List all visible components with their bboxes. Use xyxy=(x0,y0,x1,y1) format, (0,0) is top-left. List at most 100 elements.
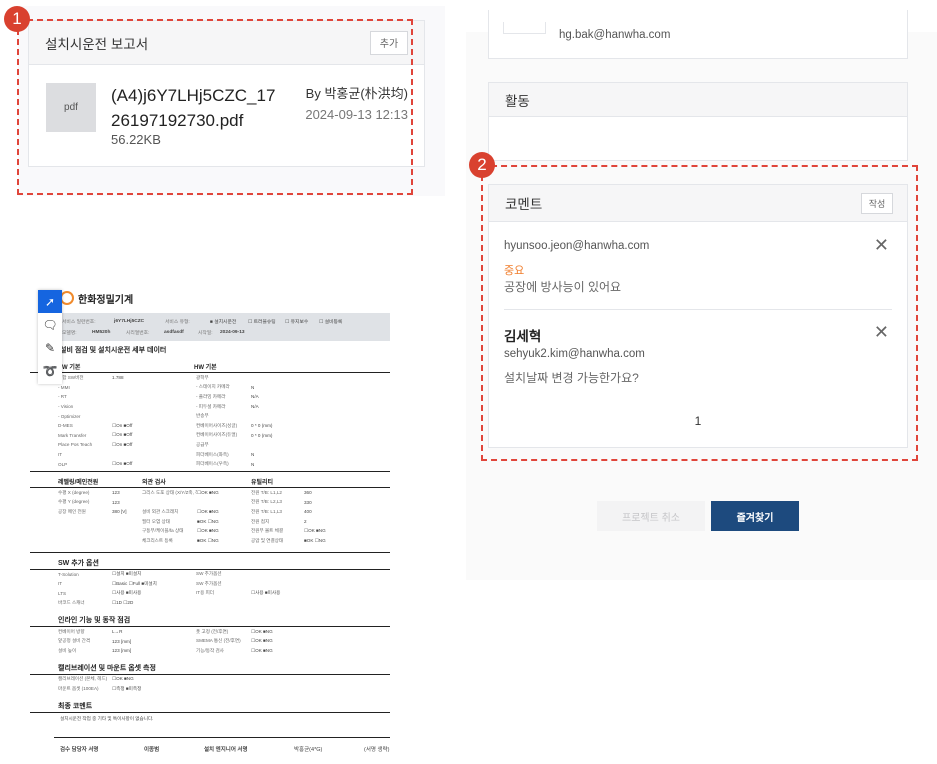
doc-label: Place Pos Teach xyxy=(58,442,93,448)
report-title: 설치시운전 보고서 xyxy=(45,36,149,52)
report-panel: 설치시운전 보고서 추가 pdf (A4)j6Y7LHj5CZC_17 2619… xyxy=(18,6,445,196)
doc-label: - Optimizer xyxy=(58,413,81,419)
comments-title: 코멘트 xyxy=(505,197,543,212)
doc-row: - Vision - 피두셜 카메라 N/A xyxy=(30,402,390,412)
doc-row: IT ☐Basic ☐Full ■미설치 SW 추가옵션 xyxy=(30,579,390,589)
doc-label: 통합 SW버전 xyxy=(58,374,84,380)
doc-row: 통합 SW버전 1.788 광학부 xyxy=(30,373,390,383)
info-value: asdfasdf xyxy=(164,330,184,335)
doc-label: - RT xyxy=(58,394,67,400)
signature-row: 검수 담당자 서명 이종범 설치 엔지니어 서명 박홍균(4*G) (서명 생략… xyxy=(54,736,390,761)
service-info: 서비스 일련번호: j6Y7LHj5CZC 서비스 유형: ■ 설치시운전 ☐ … xyxy=(58,313,390,341)
doc-value: ☐사용 ■미사용 xyxy=(251,590,281,596)
doc-row: T-Solution ☐설치 ■미설치 SW 추가옵션 xyxy=(30,570,390,580)
doc-row: 바코드 스캐너 ☐1D ☐2D xyxy=(30,598,390,608)
doc-label: 전원 T/B: L1,L2 xyxy=(251,489,282,495)
file-author: By 박홍균(朴洪均) xyxy=(305,86,408,101)
contact-email: hg.bak@hanwha.com xyxy=(559,29,671,41)
section-heading: 최종 코멘트 xyxy=(30,696,390,713)
delete-comment-icon[interactable]: ✕ xyxy=(874,235,889,256)
doc-value: 380 [V] xyxy=(112,509,127,515)
doc-label: SMEMA 통신 (전/후면) xyxy=(196,638,241,644)
write-comment-button[interactable]: 작성 xyxy=(861,192,893,214)
doc-label: 반송부 xyxy=(196,413,209,419)
doc-value: ☐OK ■NG xyxy=(251,647,273,653)
doc-value: N xyxy=(251,452,255,458)
marker-1: 1 xyxy=(4,6,30,32)
section-heading: 유틸리티 xyxy=(251,479,274,486)
lasso-tool-icon[interactable]: ➰ xyxy=(38,359,62,382)
pen-tool-icon[interactable]: ✎ xyxy=(38,336,62,359)
doc-value: 0 * 0 (mm) xyxy=(251,432,273,438)
doc-row: OLP ☐On ■Off 피더베이스(우측) N xyxy=(30,459,390,469)
doc-label: SW 추가옵션 xyxy=(196,580,222,586)
doc-row: Place Pos Teach ☐On ■Off 공급부 xyxy=(30,440,390,450)
info-label: 시작일: xyxy=(198,331,213,336)
doc-label: 공압 및 연결상태 xyxy=(251,537,284,543)
doc-row: 수평 Y (degree) 123 전원 T/B: L2,L3 330 xyxy=(30,498,390,508)
doc-value: L→R xyxy=(112,629,123,635)
doc-value: 360 xyxy=(304,490,312,496)
doc-label: - Vision xyxy=(58,404,74,410)
sign-label: 설치 엔지니어 서명 xyxy=(204,747,248,754)
comment-tag: 중요 xyxy=(504,265,525,277)
section-heading: 인라인 기능 및 동작 점검 xyxy=(30,610,390,627)
doc-title: 설비 점검 및 설치시운전 세부 데이터 xyxy=(60,347,167,354)
info-check: ☐ 설비등록 xyxy=(319,320,343,325)
comments-card: 코멘트 작성 hyunsoo.jeon@hanwha.com ✕ 중요 공장에 … xyxy=(488,184,908,448)
file-name-line1[interactable]: (A4)j6Y7LHj5CZC_17 xyxy=(111,83,275,108)
file-link[interactable]: (A4)j6Y7LHj5CZC_17 26197192730.pdf xyxy=(111,83,275,133)
info-value: 2024-09-13 xyxy=(220,330,245,335)
doc-label: 필터 오염 상태 xyxy=(142,518,170,524)
doc-label: 컨베이어사이즈(듀얼) xyxy=(196,432,238,438)
doc-label: 수평 X (degree) xyxy=(58,489,90,495)
add-button[interactable]: 추가 xyxy=(370,30,408,55)
doc-label: 그리스 도포 상태 (X/Y/Z축, 헤드) xyxy=(142,489,197,495)
doc-row: Mark Transfer ☐On ■Off 컨베이어사이즈(듀얼) 0 * 0 (m… xyxy=(30,431,390,441)
pagination-page-1[interactable]: 1 xyxy=(489,414,907,428)
doc-label: - 피두셜 카메라 xyxy=(196,403,226,409)
section-heading: SW 기본 xyxy=(58,365,81,371)
doc-row: IT 피더베이스(좌측) N xyxy=(30,450,390,460)
pdf-preview: 한화정밀기계 서비스 일련번호: j6Y7LHj5CZC 서비스 유형: ■ 설… xyxy=(30,283,390,753)
doc-row: 앞공정 설비 간격 123 [mm] SMEMA 통신 (전/후면) ☐OK ■NG xyxy=(30,636,390,646)
file-size: 56.22KB xyxy=(111,132,161,147)
cancel-project-button[interactable]: 프로젝트 취소 xyxy=(597,501,705,531)
doc-label: 컨베이어 방향 xyxy=(58,628,85,634)
doc-value: ☐1D ☐2D xyxy=(112,600,134,606)
doc-value: 123 [mm] xyxy=(112,638,132,644)
doc-value: N xyxy=(251,461,255,467)
file-date: 2024-09-13 12:13 xyxy=(305,107,408,122)
doc-label: 캘리브레이션 (본체, 헤드) xyxy=(58,676,108,682)
doc-value: 0 * 0 (mm) xyxy=(251,423,273,429)
comment-item: hyunsoo.jeon@hanwha.com ✕ 중요 공장에 방사능이 있어… xyxy=(489,223,907,310)
info-check: ☐ 유지보수 xyxy=(285,320,309,325)
file-meta: By 박홍균(朴洪均) 2024-09-13 12:13 xyxy=(305,83,408,125)
sign-omitted: (서명 생략) xyxy=(364,747,390,754)
doc-row: D-MES ☐On ■Off 컨베이어사이즈(싱글) 0 * 0 (mm) xyxy=(30,421,390,431)
doc-value: 2 xyxy=(304,519,307,525)
company-name: 한화정밀기계 xyxy=(78,294,134,306)
activity-header: 활동 xyxy=(489,83,907,117)
doc-label: 피더베이스(좌측) xyxy=(196,451,229,457)
doc-value: ☐OK ■NG xyxy=(112,676,134,682)
doc-row: 컨베이어 방향 L→R 풋 고정 (전/후면) ☐OK ■NG xyxy=(30,627,390,637)
favorite-button[interactable]: 즐겨찾기 xyxy=(711,501,799,531)
comment-author: 김세혁 xyxy=(504,329,542,344)
delete-comment-icon[interactable]: ✕ xyxy=(874,322,889,343)
comment-tool-icon[interactable]: 🗨 xyxy=(38,313,62,336)
section-heading: SW 추가 옵션 xyxy=(30,551,390,570)
doc-value: ☐설치 ■미설치 xyxy=(112,571,142,577)
doc-label: IT xyxy=(58,452,63,458)
doc-value: ☐Basic ☐Full ■미설치 xyxy=(112,580,157,586)
engineer-name: 박홍균(4*G) xyxy=(294,747,323,754)
doc-row: 마운트 옵셋 (100EA) ☐측정 ■미측정 xyxy=(30,684,390,694)
doc-label: - 플라잉 카메라 xyxy=(196,393,226,399)
file-name-line2[interactable]: 26197192730.pdf xyxy=(111,108,275,133)
pointer-tool-icon[interactable]: ➚ xyxy=(38,290,62,313)
comment-text: 설치날짜 변경 가능한가요? xyxy=(504,371,639,385)
doc-value: ☐측정 ■미측정 xyxy=(112,686,142,692)
sign-label: 검수 담당자 서명 xyxy=(60,747,99,754)
doc-row: LTS ☐사용 ■미사용 IT용 피더 ☐사용 ■미사용 xyxy=(30,589,390,599)
doc-value: ☐OK ■NG xyxy=(197,528,219,534)
